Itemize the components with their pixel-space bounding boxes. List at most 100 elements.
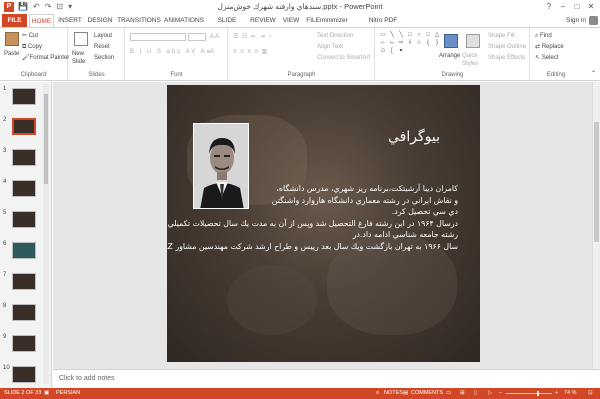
language-indicator[interactable]: PERSIAN <box>56 390 80 396</box>
layout-button[interactable]: Layout <box>94 32 112 40</box>
text-direction-button[interactable]: Text Direction <box>317 32 353 40</box>
slide-thumbnail-4[interactable] <box>12 180 36 197</box>
collapse-ribbon-icon[interactable]: ⌃ <box>591 70 596 78</box>
tab-view[interactable]: VIEW <box>280 14 302 27</box>
oval-shape-icon[interactable]: ○ <box>415 32 423 39</box>
tab-design[interactable]: DESIGN <box>86 14 114 27</box>
paste-icon[interactable] <box>5 32 19 46</box>
zoom-in-icon[interactable]: + <box>555 390 558 396</box>
slide-sorter-icon[interactable]: ⊞ <box>460 390 465 396</box>
language-icon[interactable]: ▣ <box>44 390 49 396</box>
slide-thumbnail-3[interactable] <box>12 149 36 166</box>
notes-pane[interactable]: Click to add notes <box>53 369 600 388</box>
shape-outline-button[interactable]: Shape Outline <box>488 43 526 51</box>
cut-button[interactable]: ✂ Cut <box>22 32 38 40</box>
rect-shape-icon[interactable]: ▭ <box>379 32 387 39</box>
tab-fileminimizer[interactable]: FILEminimizer <box>305 14 349 27</box>
tab-home[interactable]: HOME <box>29 14 54 27</box>
grow-font-icon[interactable]: A A <box>210 33 219 41</box>
arrow-right-shape-icon[interactable]: ⇨ <box>397 40 405 47</box>
lshape-icon[interactable]: ⌐ <box>379 40 387 47</box>
new-slide-icon[interactable] <box>74 32 88 46</box>
thumbnails-scrollbar[interactable] <box>43 84 49 384</box>
font-family-combo[interactable] <box>130 33 186 41</box>
curly2-shape-icon[interactable]: } <box>433 40 441 47</box>
reset-button[interactable]: Reset <box>94 43 110 51</box>
undo-icon[interactable]: ↶ <box>33 2 40 12</box>
paste-button[interactable]: Paste <box>4 50 19 58</box>
rect2-shape-icon[interactable]: □ <box>406 32 414 39</box>
shape-effects-button[interactable]: Shape Effects <box>488 54 525 62</box>
powerpoint-logo-icon[interactable]: P <box>4 2 14 12</box>
line2-shape-icon[interactable]: ╲ <box>397 32 405 39</box>
tab-insert[interactable]: INSERT <box>57 14 83 27</box>
zoom-slider-thumb[interactable] <box>537 391 539 396</box>
tab-review[interactable]: REVIEW <box>249 14 277 27</box>
slide-thumbnail-6[interactable] <box>12 242 36 259</box>
arrange-button[interactable]: Arrange <box>439 52 460 60</box>
arrow-down-shape-icon[interactable]: ⇩ <box>406 40 414 47</box>
maximize-button[interactable]: □ <box>570 0 584 14</box>
notes-button[interactable]: NOTES <box>384 390 403 396</box>
slide-thumbnail-8[interactable] <box>12 304 36 321</box>
slide-thumbnail-7[interactable] <box>12 273 36 290</box>
new-slide-button[interactable]: New Slide <box>72 50 92 66</box>
notes-placeholder[interactable]: Click to add notes <box>59 375 115 382</box>
list-buttons[interactable]: ☰ ☷ ⇤ ⇥ ↕ <box>233 33 272 41</box>
tab-slide-show[interactable]: SLIDE SHOW <box>208 14 246 37</box>
slide-thumbnail-9[interactable] <box>12 335 36 352</box>
slide-thumbnail-2[interactable] <box>12 118 36 135</box>
editor-scrollbar[interactable] <box>592 82 600 369</box>
tab-transitions[interactable]: TRANSITIONS <box>117 14 161 27</box>
slideshow-view-icon[interactable]: ▷ <box>488 390 492 396</box>
redo-icon[interactable]: ↷ <box>45 2 52 12</box>
more-shapes-icon[interactable]: ▾ <box>397 48 405 55</box>
font-color-icon[interactable]: A <box>210 48 214 56</box>
save-icon[interactable]: 💾 <box>18 2 28 12</box>
zoom-slider[interactable] <box>506 393 552 394</box>
tab-nitro-pdf[interactable]: Nitro PDF Professional <box>352 14 414 37</box>
star-shape-icon[interactable]: ☆ <box>415 40 423 47</box>
copy-button[interactable]: ⧉ Copy <box>22 43 42 51</box>
customize-qat-icon[interactable]: ▾ <box>68 2 72 12</box>
slide-body-text[interactable]: كامران ديبا آرشيتكت،برنامه ريز شهري، مدر… <box>167 183 458 252</box>
help-button[interactable]: ? <box>542 0 556 14</box>
current-slide[interactable]: بيوگرافي كامران ديبا آرشيتكت،برنامه ريز … <box>167 85 480 362</box>
sign-in-link[interactable]: Sign in <box>566 17 586 24</box>
brace-shape-icon[interactable]: [ <box>388 48 396 55</box>
tab-file[interactable]: FILE <box>2 14 27 27</box>
font-format-buttons[interactable]: B I U S abc AV Aa <box>130 48 212 56</box>
format-painter-button[interactable]: 🖌Format Painter <box>22 54 69 62</box>
select-button[interactable]: ↖ Select <box>535 54 558 62</box>
square-shape-icon[interactable]: □ <box>424 32 432 39</box>
tab-animations[interactable]: ANIMATIONS <box>163 14 205 27</box>
convert-smartart-button[interactable]: Convert to SmartArt <box>317 54 370 62</box>
comments-button[interactable]: COMMENTS <box>411 390 443 396</box>
slide-thumbnail-10[interactable] <box>12 366 36 383</box>
align-buttons[interactable]: ≡ ≡ ≡ ≡ ▥ <box>233 48 268 56</box>
corner-shape-icon[interactable]: ⌙ <box>388 40 396 47</box>
normal-view-icon[interactable]: ▭ <box>446 390 451 396</box>
zoom-out-icon[interactable]: – <box>499 390 502 396</box>
fit-to-window-icon[interactable]: ⊡ <box>588 390 593 396</box>
quick-styles-button[interactable]: Quick Styles <box>462 52 484 68</box>
font-size-combo[interactable] <box>188 33 206 41</box>
find-button[interactable]: ⌕ Find <box>535 32 552 40</box>
shape-fill-button[interactable]: Shape Fill <box>488 32 515 40</box>
shapes-gallery[interactable]: ▭ ╲ ╲ □ ○ □ △ ⌐ ⌙ ⇨ ⇩ ☆{} ✩[▾ <box>379 32 441 55</box>
star2-shape-icon[interactable]: ✩ <box>379 48 387 55</box>
slide-title[interactable]: بيوگرافي <box>388 129 440 145</box>
slide-thumbnail-5[interactable] <box>12 211 36 228</box>
scrollbar-thumb[interactable] <box>594 122 599 242</box>
arrange-icon[interactable] <box>444 34 458 48</box>
curly-shape-icon[interactable]: { <box>424 40 432 47</box>
slide-thumbnail-1[interactable] <box>12 88 36 105</box>
quick-styles-icon[interactable] <box>466 34 480 48</box>
section-button[interactable]: Section <box>94 54 114 62</box>
zoom-level[interactable]: 74 % <box>564 390 577 396</box>
start-slideshow-icon[interactable]: ⊡ <box>56 2 63 12</box>
align-text-button[interactable]: Align Text <box>317 43 343 51</box>
scrollbar-thumb[interactable] <box>44 94 48 184</box>
replace-button[interactable]: ⇄ Replace <box>535 43 564 51</box>
triangle-shape-icon[interactable]: △ <box>433 32 441 39</box>
